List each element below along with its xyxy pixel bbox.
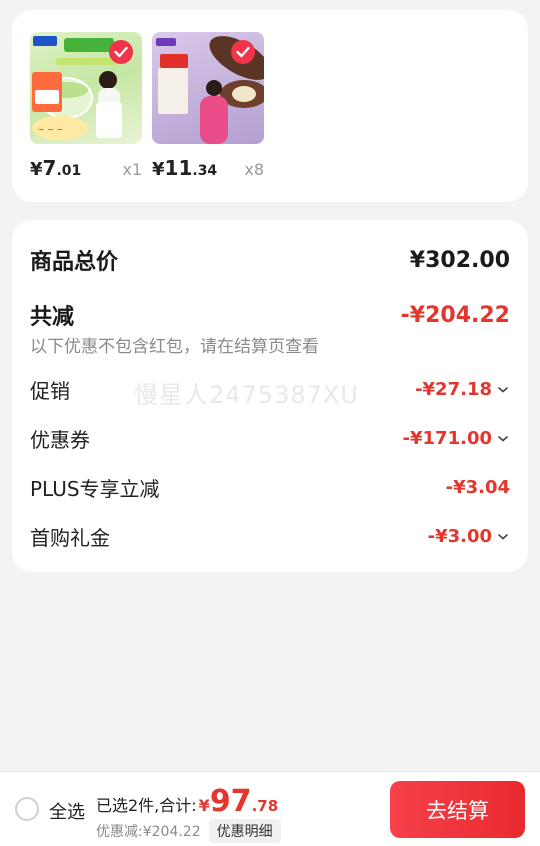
currency-symbol: ¥ bbox=[152, 159, 165, 180]
product-price: ¥11.34 bbox=[152, 156, 217, 180]
checkout-bar: 全选 已选2件,合计: ¥ 97 .78 优惠减:¥204.22 优惠明细 去结… bbox=[0, 771, 540, 846]
price-integer: 7 bbox=[42, 156, 57, 180]
coupon-value: -¥171.00 bbox=[402, 428, 492, 449]
plus-discount-value: -¥3.04 bbox=[445, 477, 510, 498]
total-value: ¥302.00 bbox=[409, 247, 510, 273]
product-card: ~ ~ ~ ¥7.01 x1 ¥11.34 x8 bbox=[12, 10, 528, 202]
discount-value: -¥204.22 bbox=[400, 302, 510, 328]
promo-value: -¥27.18 bbox=[415, 379, 492, 400]
first-purchase-value: -¥3.00 bbox=[427, 526, 492, 547]
plus-discount-row: PLUS专享立减 -¥3.04 bbox=[30, 473, 510, 502]
discount-label: 共减 bbox=[30, 305, 75, 330]
discount-row: 共减 -¥204.22 bbox=[30, 299, 510, 331]
check-icon[interactable] bbox=[231, 40, 255, 64]
check-icon[interactable] bbox=[109, 40, 133, 64]
coupon-label: 优惠券 bbox=[30, 428, 90, 452]
discount-summary-text: 优惠减:¥204.22 bbox=[96, 824, 201, 840]
select-all-label[interactable]: 全选 bbox=[49, 798, 85, 824]
product-quantity: x8 bbox=[244, 160, 264, 179]
total-label: 商品总价 bbox=[30, 250, 119, 275]
chevron-down-icon[interactable] bbox=[496, 434, 510, 444]
select-all-radio[interactable] bbox=[15, 797, 39, 821]
checkout-button[interactable]: 去结算 bbox=[390, 781, 525, 838]
first-purchase-row[interactable]: 首购礼金 -¥3.00 bbox=[30, 522, 510, 551]
coupon-row[interactable]: 优惠券 -¥171.00 bbox=[30, 424, 510, 453]
price-decimal: .01 bbox=[56, 163, 82, 179]
price-decimal: .34 bbox=[192, 163, 218, 179]
svg-text:~ ~ ~: ~ ~ ~ bbox=[38, 125, 63, 134]
promo-row[interactable]: 促销 -¥27.18 bbox=[30, 375, 510, 404]
total-currency: ¥ bbox=[198, 796, 210, 815]
product-item-1[interactable]: ~ ~ ~ ¥7.01 x1 bbox=[30, 32, 142, 180]
product-thumbnail-2[interactable] bbox=[152, 32, 264, 144]
first-purchase-label: 首购礼金 bbox=[30, 526, 110, 550]
selection-total: 已选2件,合计: ¥ 97 .78 bbox=[96, 784, 278, 819]
discount-summary: 优惠减:¥204.22 优惠明细 bbox=[96, 819, 281, 843]
promo-label: 促销 bbox=[30, 379, 70, 403]
product-thumbnail-1[interactable]: ~ ~ ~ bbox=[30, 32, 142, 144]
chevron-down-icon[interactable] bbox=[496, 532, 510, 542]
price-integer: 11 bbox=[164, 156, 193, 180]
total-row: 商品总价 ¥302.00 bbox=[30, 244, 510, 276]
total-integer: 97 bbox=[209, 784, 252, 819]
selected-count-label: 已选2件,合计: bbox=[96, 796, 197, 815]
total-decimal: .78 bbox=[251, 797, 279, 815]
price-summary-card: 商品总价 ¥302.00 共减 -¥204.22 以下优惠不包含红包，请在结算页… bbox=[12, 220, 528, 572]
product-item-2[interactable]: ¥11.34 x8 bbox=[152, 32, 264, 180]
discount-detail-button[interactable]: 优惠明细 bbox=[208, 819, 281, 843]
product-quantity: x1 bbox=[122, 160, 142, 179]
product-price: ¥7.01 bbox=[30, 156, 81, 180]
currency-symbol: ¥ bbox=[30, 159, 43, 180]
chevron-down-icon[interactable] bbox=[496, 385, 510, 395]
discount-note: 以下优惠不包含红包，请在结算页查看 bbox=[30, 337, 319, 357]
plus-discount-label: PLUS专享立减 bbox=[30, 477, 160, 501]
